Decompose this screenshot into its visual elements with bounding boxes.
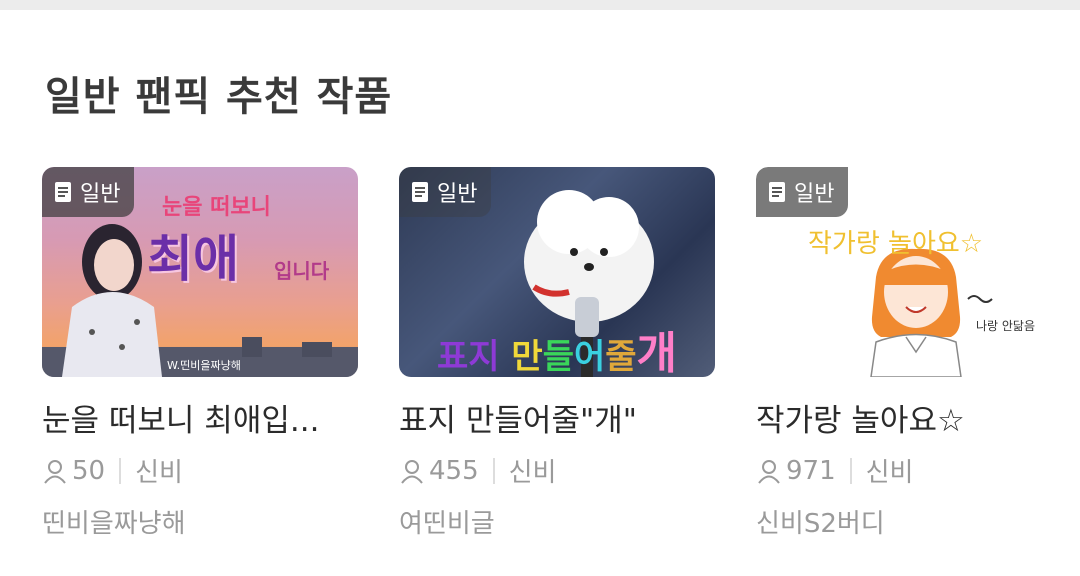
card-title[interactable]: 눈을 떠보니 최애입... <box>42 395 372 440</box>
card-title[interactable]: 표지 만들어줄"개" <box>399 395 729 440</box>
thumb-main-text: 작가랑 놀아요☆ <box>808 229 984 259</box>
person-icon <box>758 459 780 484</box>
thumb-word-4: 어 <box>573 337 606 377</box>
card-thumbnail[interactable]: 표지 만들어줄개 일반 <box>399 167 715 377</box>
card-meta: 455 신비 <box>399 452 556 489</box>
thumb-subtitle: 눈을 떠보니 <box>162 195 271 220</box>
genre-badge: 일반 <box>756 167 849 217</box>
author-name[interactable]: 신비S2버디 <box>756 503 885 540</box>
card-meta: 50 신비 <box>42 452 183 489</box>
thumb-word-5: 줄 <box>605 337 637 377</box>
top-divider <box>0 0 1080 10</box>
section-title: 일반 팬픽 추천 작품 <box>45 74 393 120</box>
story-card-1[interactable]: 눈을 떠보니 최애 입니다 W.띤비을짜냥해 일반 눈을 떠보니 최애입... … <box>42 167 358 539</box>
thumb-word-6: 개 <box>636 328 678 377</box>
genre-badge: 일반 <box>42 167 135 217</box>
reader-count: 50 <box>72 455 106 486</box>
meta-divider <box>492 457 495 484</box>
story-card-2[interactable]: 표지 만들어줄개 일반 표지 만들어줄"개" 455 신비 여띤비글 <box>399 167 715 539</box>
badge-label: 일반 <box>80 182 121 207</box>
card-meta: 971 신비 <box>756 452 913 489</box>
category-label: 신비 <box>508 458 557 488</box>
person-icon <box>401 459 423 484</box>
reader-count: 971 <box>786 455 836 486</box>
meta-divider <box>119 457 122 484</box>
thumb-side-text: 입니다 <box>274 259 330 283</box>
document-icon <box>769 182 785 202</box>
thumb-credit: W.띤비을짜냥해 <box>167 359 241 372</box>
thumb-word-2: 만 <box>511 337 543 377</box>
genre-badge: 일반 <box>399 167 492 217</box>
badge-label: 일반 <box>437 182 478 207</box>
story-card-3[interactable]: 작가랑 놀아요☆ 나랑 안닮음 일반 작가랑 놀아요☆ 971 신비 신비S2버… <box>756 167 1072 539</box>
thumb-side-text: 나랑 안닮음 <box>976 319 1036 333</box>
author-name[interactable]: 여띤비글 <box>399 503 495 540</box>
thumb-word-3: 들 <box>542 337 574 377</box>
badge-label: 일반 <box>794 182 835 207</box>
card-thumbnail[interactable]: 작가랑 놀아요☆ 나랑 안닮음 일반 <box>756 167 1072 377</box>
reader-count: 455 <box>429 455 479 486</box>
thumb-main-text: 최애 <box>147 230 239 288</box>
thumb-title-text: 표지 만들어줄개 <box>437 317 677 377</box>
category-label: 신비 <box>865 458 914 488</box>
thumb-word-1: 표지 <box>437 337 500 377</box>
meta-divider <box>849 457 852 484</box>
person-icon <box>44 459 66 484</box>
card-title[interactable]: 작가랑 놀아요☆ <box>756 395 1076 440</box>
author-name[interactable]: 띤비을짜냥해 <box>42 503 186 540</box>
category-label: 신비 <box>135 458 183 488</box>
document-icon <box>55 182 71 202</box>
card-thumbnail[interactable]: 눈을 떠보니 최애 입니다 W.띤비을짜냥해 일반 <box>42 167 358 377</box>
document-icon <box>412 182 428 202</box>
